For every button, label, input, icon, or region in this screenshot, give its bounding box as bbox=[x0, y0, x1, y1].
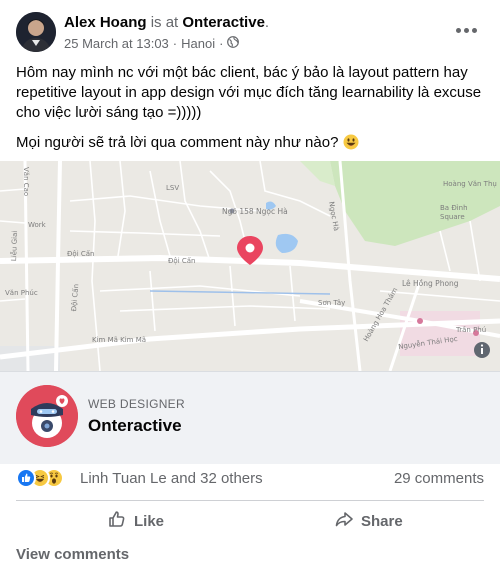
more-options-icon[interactable] bbox=[446, 18, 486, 42]
like-reaction-icon bbox=[16, 468, 36, 488]
map-label: Hoàng Văn Thụ bbox=[443, 180, 497, 188]
map-label: Văn Cao bbox=[22, 167, 30, 197]
location-tag-link[interactable]: Onteractive bbox=[182, 14, 265, 31]
page-category: WEB DESIGNER bbox=[88, 397, 185, 411]
map-label: Sơn Tây bbox=[318, 299, 346, 307]
reaction-names[interactable]: Linh Tuan Le and 32 others bbox=[80, 470, 263, 487]
author-avatar[interactable] bbox=[16, 12, 56, 52]
page-name[interactable]: Onteractive bbox=[88, 416, 182, 436]
globe-icon bbox=[227, 36, 240, 52]
reaction-icons[interactable] bbox=[16, 468, 76, 488]
like-button[interactable]: Like bbox=[107, 506, 164, 536]
post-meta: 25 March at 13:03 · Hanoi · bbox=[64, 36, 240, 52]
view-comments-link[interactable]: View comments bbox=[16, 546, 129, 563]
post-actions: Like Share bbox=[16, 500, 484, 540]
map-label: Trần Phú bbox=[456, 326, 487, 334]
location-map[interactable]: Văn Cao Liễu Giai Work LSV Ngõ 158 Ngọc … bbox=[0, 161, 500, 371]
map-label: Work bbox=[28, 221, 46, 229]
map-info-icon bbox=[474, 342, 490, 358]
share-arrow-icon bbox=[334, 509, 354, 533]
grinning-emoji-icon bbox=[343, 134, 359, 156]
map-label: Ngõ 158 Ngọc Hà bbox=[222, 207, 288, 216]
location-dot: . bbox=[264, 14, 270, 31]
map-label: Lê Hồng Phong bbox=[402, 279, 459, 288]
share-label: Share bbox=[361, 512, 403, 530]
thumbs-up-icon bbox=[107, 509, 127, 533]
robot-mascot-icon bbox=[16, 385, 78, 447]
reactions-bar: Linh Tuan Le and 32 others 29 comments bbox=[0, 464, 500, 492]
map-label: Kim Mã Kim Mã bbox=[92, 336, 147, 344]
map-label: Đội Cấn bbox=[168, 257, 196, 265]
share-button[interactable]: Share bbox=[334, 506, 403, 536]
post-body: Hôm nay mình nc với một bác client, bác … bbox=[16, 63, 486, 166]
post-text-paragraph-2: Mọi người sẽ trả lời qua comment này như… bbox=[16, 133, 486, 156]
post-text-paragraph-1: Hôm nay mình nc với một bác client, bác … bbox=[16, 64, 482, 121]
meta-separator-2: · bbox=[219, 36, 224, 51]
map-label: Đội Cấn bbox=[67, 250, 95, 258]
map-label: Ba Đình Square bbox=[440, 204, 468, 221]
comments-count[interactable]: 29 comments bbox=[394, 470, 484, 487]
map-label: Văn Phúc bbox=[5, 289, 38, 297]
meta-separator: · bbox=[172, 36, 178, 51]
map-label: Liễu Giai bbox=[10, 230, 20, 262]
page-card[interactable]: WEB DESIGNER Onteractive bbox=[0, 371, 500, 464]
post-place[interactable]: Hanoi bbox=[181, 36, 215, 52]
author-name[interactable]: Alex Hoang bbox=[64, 14, 147, 31]
author-line: Alex Hoang is at Onteractive. bbox=[64, 13, 269, 32]
like-label: Like bbox=[134, 512, 165, 530]
post-question-text: Mọi người sẽ trả lời qua comment này như… bbox=[16, 134, 339, 151]
map-label: LSV bbox=[166, 184, 180, 192]
post-header: Alex Hoang is at Onteractive. 25 March a… bbox=[0, 0, 500, 58]
is-at-text: is at bbox=[150, 14, 179, 31]
post-timestamp[interactable]: 25 March at 13:03 bbox=[64, 36, 169, 52]
